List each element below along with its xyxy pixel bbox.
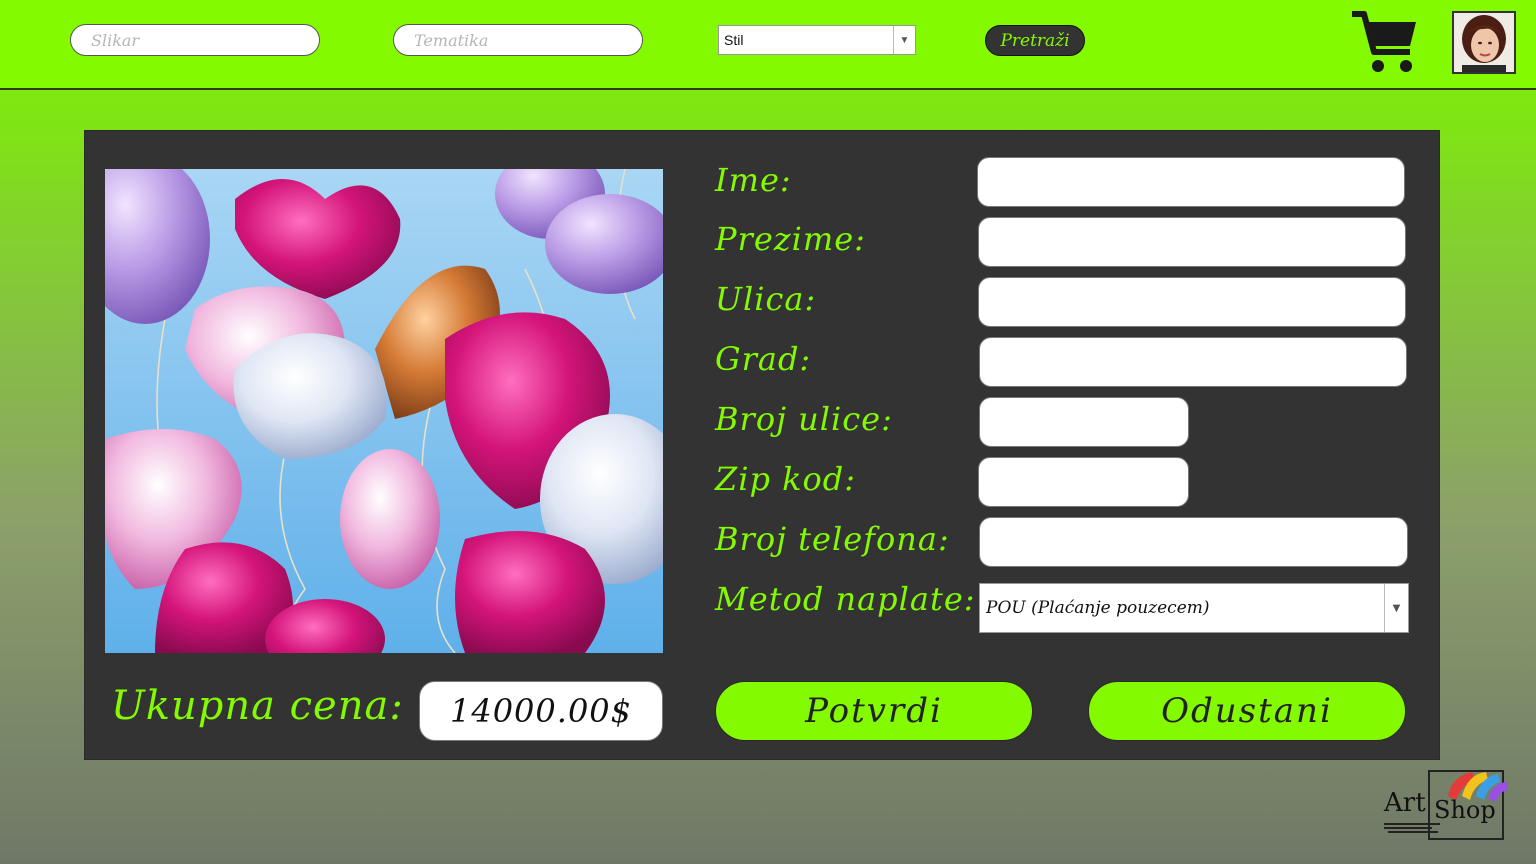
theme-search-placeholder: Tematika [414, 30, 489, 50]
search-button-label: Pretraži [1000, 30, 1070, 51]
total-price-value: 14000.00$ [419, 681, 663, 741]
phone-field[interactable] [979, 517, 1408, 567]
last-name-field[interactable] [978, 217, 1406, 267]
street-field[interactable] [978, 277, 1406, 327]
dropdown-arrow-icon[interactable]: ▼ [893, 26, 915, 54]
logo-shop-text: Shop [1434, 796, 1496, 824]
avatar-portrait [1454, 13, 1514, 72]
first-name-label: Ime: [715, 161, 792, 199]
top-bar: Slikar Tematika Stil ▼ Pretraži [0, 0, 1536, 90]
search-button[interactable]: Pretraži [985, 25, 1085, 56]
painter-search-placeholder: Slikar [91, 30, 140, 50]
phone-label: Broj telefona: [715, 520, 950, 558]
style-select[interactable]: Stil ▼ [718, 25, 916, 55]
zip-field[interactable] [978, 457, 1189, 507]
cancel-button-label: Odustani [1161, 691, 1333, 731]
total-price-label: Ukupna cena: [111, 683, 404, 729]
street-number-label: Broj ulice: [715, 400, 893, 438]
logo-brush-strokes [1384, 823, 1440, 833]
city-field[interactable] [979, 337, 1407, 387]
user-avatar[interactable] [1452, 11, 1516, 74]
last-name-label: Prezime: [715, 220, 866, 258]
city-label: Grad: [715, 340, 812, 378]
confirm-button[interactable]: Potvrdi [715, 681, 1033, 741]
payment-method-select[interactable]: POU (Plaćanje pouzecem) ▼ [979, 583, 1409, 633]
cart-icon[interactable] [1350, 8, 1420, 76]
artshop-logo: Art Shop [1382, 766, 1512, 846]
theme-search-input[interactable]: Tematika [393, 24, 643, 56]
style-select-value: Stil [724, 32, 744, 48]
payment-method-value: POU (Plaćanje pouzecem) [986, 598, 1210, 618]
cancel-button[interactable]: Odustani [1088, 681, 1406, 741]
logo-art-text: Art [1384, 788, 1426, 818]
payment-method-label: Metod naplate: [715, 580, 976, 618]
painter-search-input[interactable]: Slikar [70, 24, 320, 56]
checkout-panel: Ime: Prezime: Ulica: Grad: Broj ulice: Z… [84, 130, 1440, 760]
street-number-field[interactable] [979, 397, 1189, 447]
zip-label: Zip kod: [715, 460, 857, 498]
street-label: Ulica: [715, 280, 817, 318]
first-name-field[interactable] [977, 157, 1405, 207]
dropdown-arrow-icon[interactable]: ▼ [1384, 584, 1408, 632]
confirm-button-label: Potvrdi [805, 691, 943, 731]
artwork-image [105, 169, 663, 653]
